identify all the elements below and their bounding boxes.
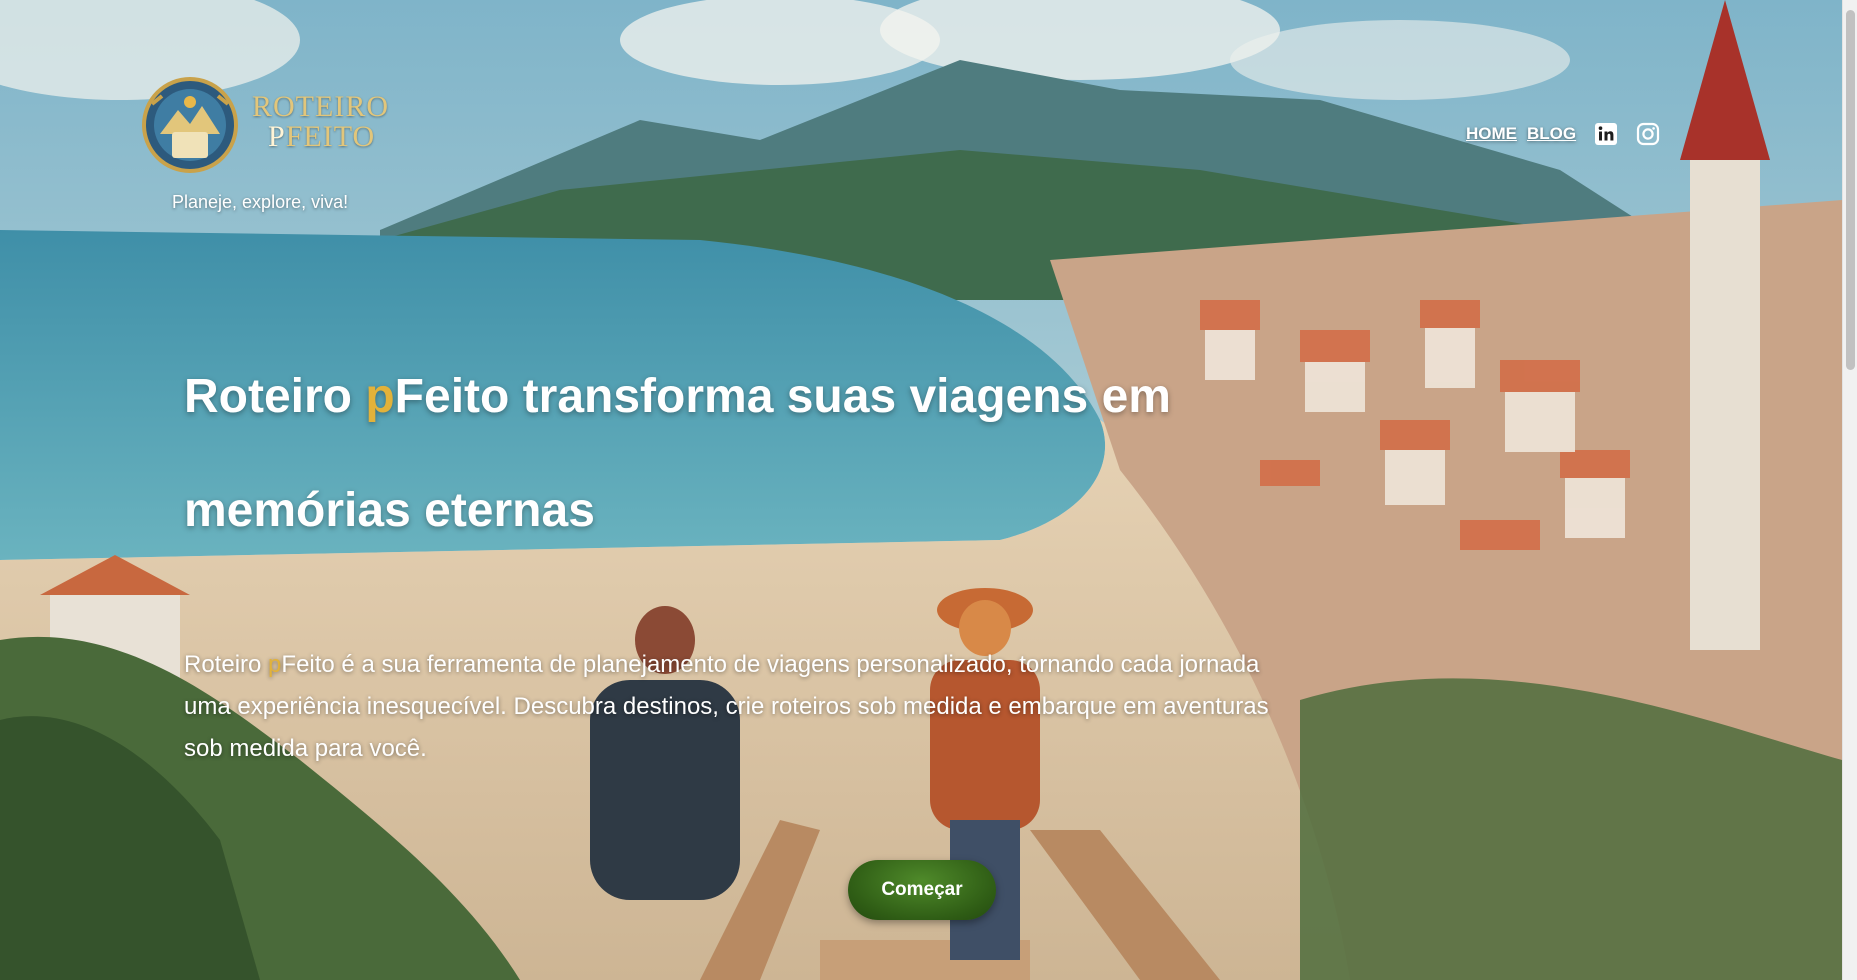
hero-title-highlight: p: [365, 370, 395, 423]
site-tagline: Planeje, explore, viva!: [172, 192, 349, 212]
hero-title: Roteiro pFeito transforma suas viagens e…: [184, 340, 1284, 568]
vertical-scrollbar[interactable]: [1842, 0, 1857, 980]
start-button[interactable]: Começar: [848, 860, 996, 920]
hero-description: Roteiro pFeito é a sua ferramenta de pla…: [184, 644, 1294, 770]
main-nav: HOME BLOG: [1466, 122, 1670, 146]
logo-wordmark: ROTEIRO PFEITO: [252, 92, 389, 152]
logo-line1: ROTEIRO: [252, 90, 389, 123]
nav-home-link[interactable]: HOME: [1466, 124, 1517, 144]
hero-title-part1: Roteiro: [184, 370, 366, 423]
hero-text-highlight: p: [268, 651, 282, 678]
logo-emblem-icon: [140, 74, 240, 176]
logo-line2-first: P: [268, 120, 286, 153]
scrollbar-thumb[interactable]: [1846, 10, 1855, 370]
linkedin-icon[interactable]: [1594, 122, 1618, 146]
site-logo[interactable]: ROTEIRO PFEITO: [140, 74, 400, 176]
instagram-icon[interactable]: [1636, 122, 1660, 146]
hero-text-part2: Feito é a sua ferramenta de planejamento…: [184, 651, 1269, 762]
hero-text-part1: Roteiro: [184, 651, 269, 678]
logo-line2-rest: FEITO: [285, 120, 376, 153]
nav-blog-link[interactable]: BLOG: [1527, 124, 1576, 144]
